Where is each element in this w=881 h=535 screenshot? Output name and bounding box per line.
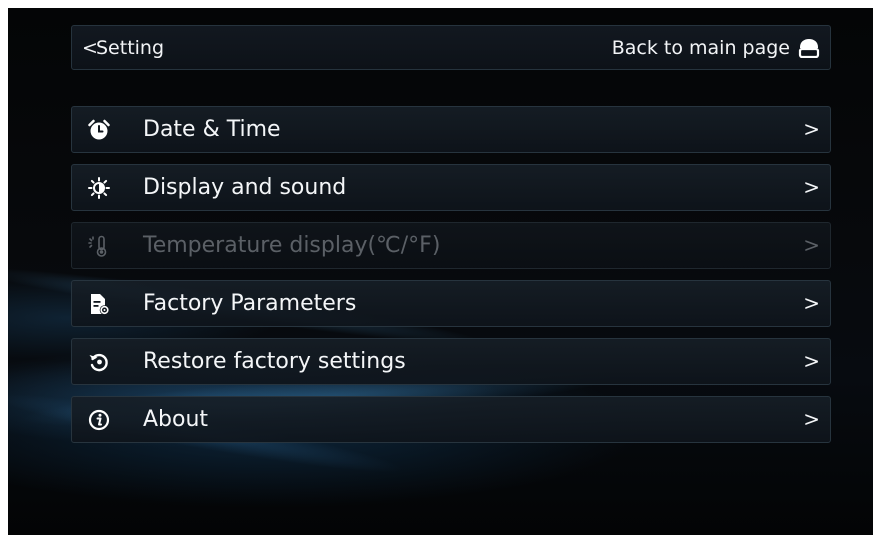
menu-item-label: Factory Parameters bbox=[143, 291, 357, 316]
menu-item-label: Display and sound bbox=[143, 175, 347, 200]
chevron-right-icon: > bbox=[803, 407, 820, 431]
info-icon bbox=[88, 409, 110, 431]
menu-item-label: Date & Time bbox=[143, 117, 281, 142]
back-to-main-button[interactable]: Back to main page bbox=[612, 26, 820, 69]
back-to-main-label: Back to main page bbox=[611, 36, 790, 59]
menu-item-display-sound[interactable]: Display and sound > bbox=[71, 164, 831, 211]
chevron-right-icon: > bbox=[803, 233, 820, 257]
settings-menu: Date & Time > Display and sound > Temper… bbox=[71, 106, 831, 454]
brightness-icon bbox=[88, 177, 110, 199]
back-label: Setting bbox=[96, 36, 165, 59]
menu-item-label: About bbox=[143, 407, 209, 432]
chevron-right-icon: > bbox=[803, 291, 820, 315]
menu-item-date-time[interactable]: Date & Time > bbox=[71, 106, 831, 153]
restore-icon bbox=[89, 353, 108, 372]
settings-screen: < Setting Back to main page Date & Time … bbox=[8, 8, 873, 535]
chevron-right-icon: > bbox=[803, 117, 820, 141]
menu-item-temperature-display: Temperature display(℃/°F) > bbox=[71, 222, 831, 269]
menu-item-about[interactable]: About > bbox=[71, 396, 831, 443]
home-icon bbox=[798, 38, 820, 58]
document-gear-icon bbox=[91, 294, 110, 315]
thermometer-icon bbox=[88, 235, 107, 257]
menu-item-label: Restore factory settings bbox=[143, 349, 406, 374]
header-bar: < Setting Back to main page bbox=[71, 25, 831, 70]
chevron-right-icon: > bbox=[803, 175, 820, 199]
menu-item-label: Temperature display(℃/°F) bbox=[143, 233, 441, 258]
alarm-clock-icon bbox=[88, 119, 110, 140]
chevron-left-icon: < bbox=[82, 36, 98, 59]
back-button[interactable]: < Setting bbox=[82, 26, 164, 69]
chevron-right-icon: > bbox=[803, 349, 820, 373]
menu-item-restore-factory-settings[interactable]: Restore factory settings > bbox=[71, 338, 831, 385]
menu-item-factory-parameters[interactable]: Factory Parameters > bbox=[71, 280, 831, 327]
